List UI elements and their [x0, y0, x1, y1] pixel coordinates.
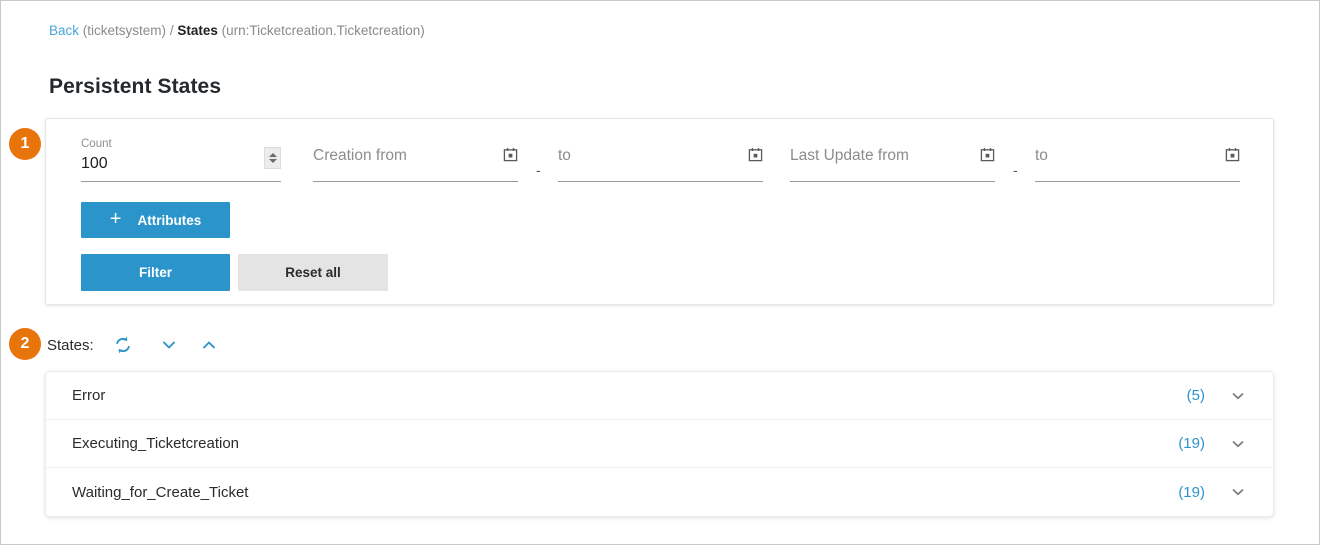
- add-attributes-button[interactable]: + Attributes: [81, 202, 230, 238]
- stepper-up-icon[interactable]: [268, 153, 277, 157]
- states-toolbar: States:: [47, 333, 236, 357]
- breadcrumb-separator: /: [169, 23, 174, 38]
- chevron-down-icon[interactable]: [1227, 433, 1249, 455]
- states-list: Error (5) Executing_Ticketcreation (19) …: [45, 371, 1274, 517]
- count-value[interactable]: 100: [81, 153, 108, 175]
- chevron-down-icon[interactable]: [1227, 481, 1249, 503]
- table-row[interactable]: Error (5): [46, 372, 1273, 420]
- count-field[interactable]: Count 100: [81, 138, 281, 182]
- page-root: Back (ticketsystem) / States (urn:Ticket…: [0, 0, 1320, 545]
- state-name: Executing_Ticketcreation: [72, 435, 240, 452]
- last-update-from-placeholder: Last Update from: [790, 147, 909, 164]
- creation-to-placeholder: to: [558, 147, 571, 164]
- creation-from-field[interactable]: Creation from: [313, 138, 518, 182]
- last-update-range-dash: -: [1013, 162, 1018, 178]
- breadcrumb-back-context: (ticketsystem): [82, 23, 167, 38]
- filter-button-label: Filter: [138, 265, 172, 280]
- state-name: Waiting_for_Create_Ticket: [72, 483, 249, 501]
- step-badge-1: 1: [9, 128, 41, 160]
- expand-all-chevron-down-icon[interactable]: [156, 333, 182, 357]
- stepper-down-icon[interactable]: [268, 159, 277, 163]
- state-name: Error: [72, 387, 106, 404]
- calendar-icon[interactable]: [980, 147, 995, 162]
- plus-icon: +: [109, 208, 122, 230]
- reset-all-button[interactable]: Reset all: [238, 254, 388, 291]
- table-row[interactable]: Waiting_for_Create_Ticket (19): [46, 468, 1273, 516]
- breadcrumb-current-context: (urn:Ticketcreation.Ticketcreation): [221, 23, 425, 38]
- breadcrumb-current: States: [177, 23, 218, 38]
- state-count[interactable]: (19): [1178, 435, 1205, 452]
- table-row[interactable]: Executing_Ticketcreation (19): [46, 420, 1273, 468]
- state-count[interactable]: (19): [1178, 484, 1205, 501]
- creation-from-underline: [313, 181, 518, 182]
- count-underline: [81, 181, 281, 182]
- filter-card: Count 100 Creation from - to Last Update…: [45, 118, 1274, 305]
- refresh-icon[interactable]: [110, 333, 136, 357]
- chevron-down-icon[interactable]: [1227, 385, 1249, 407]
- creation-from-placeholder: Creation from: [313, 147, 407, 164]
- last-update-to-underline: [1035, 181, 1240, 182]
- states-label: States:: [47, 336, 94, 354]
- last-update-from-field[interactable]: Last Update from: [790, 138, 995, 182]
- step-badge-2: 2: [9, 328, 41, 360]
- state-count[interactable]: (5): [1187, 387, 1205, 404]
- reset-all-button-label: Reset all: [285, 265, 341, 280]
- breadcrumb: Back (ticketsystem) / States (urn:Ticket…: [49, 22, 425, 40]
- last-update-to-placeholder: to: [1035, 147, 1048, 164]
- page-title: Persistent States: [49, 75, 222, 98]
- calendar-icon[interactable]: [1225, 147, 1240, 162]
- collapse-all-chevron-up-icon[interactable]: [196, 333, 222, 357]
- count-label: Count: [81, 138, 112, 150]
- creation-to-field[interactable]: to: [558, 138, 763, 182]
- quantity-stepper[interactable]: [264, 147, 281, 169]
- filter-button[interactable]: Filter: [81, 254, 230, 291]
- calendar-icon[interactable]: [748, 147, 763, 162]
- creation-range-dash: -: [536, 162, 541, 178]
- last-update-to-field[interactable]: to: [1035, 138, 1240, 182]
- creation-to-underline: [558, 181, 763, 182]
- last-update-from-underline: [790, 181, 995, 182]
- calendar-icon[interactable]: [503, 147, 518, 162]
- add-attributes-label: Attributes: [137, 212, 202, 228]
- breadcrumb-back-link[interactable]: Back: [49, 23, 79, 38]
